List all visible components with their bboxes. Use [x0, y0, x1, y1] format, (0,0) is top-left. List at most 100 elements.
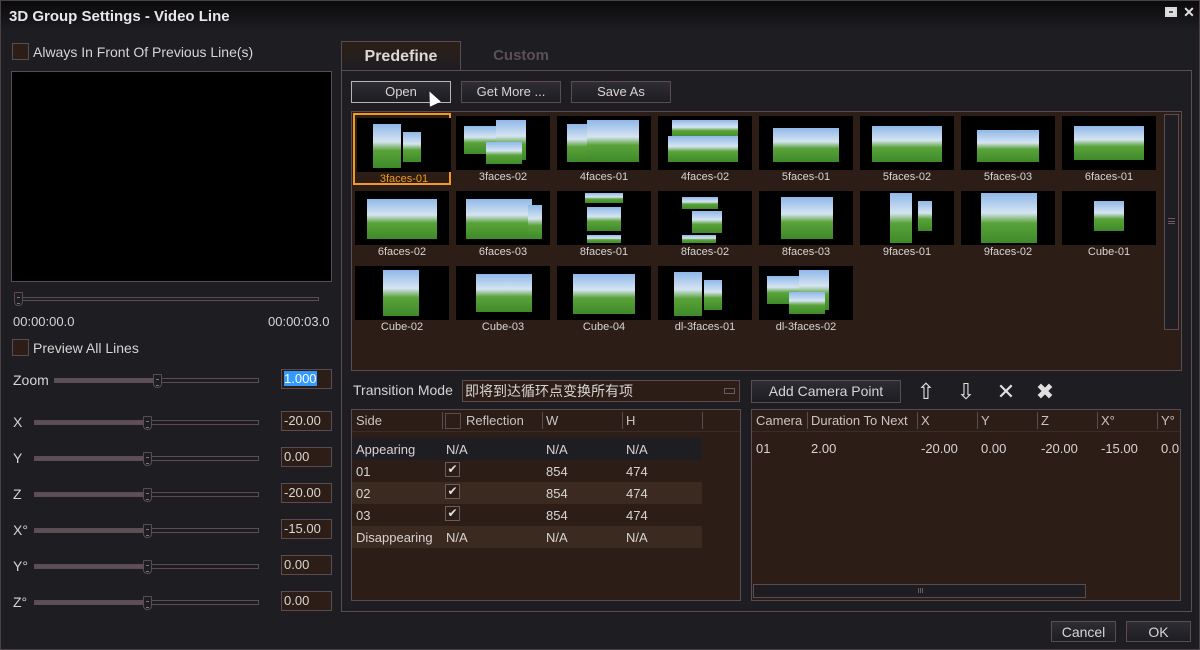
sides-row[interactable]: Disappearing N/A N/A N/A [352, 526, 702, 548]
slider-value-input[interactable]: 0.00 [281, 555, 332, 575]
gallery-item[interactable]: 4faces-02 [656, 113, 754, 185]
transition-mode-select[interactable]: 即将到达循环点变换所有项 [462, 380, 740, 402]
camera-row[interactable]: 01 2.00 -20.00 0.00 -20.00 -15.00 0.0 [752, 437, 1180, 459]
gallery-item-label: 6faces-03 [478, 246, 528, 258]
header-w[interactable]: W [546, 413, 558, 428]
gallery-scrollbar[interactable] [1164, 114, 1179, 330]
camera-table: Camera Duration To Next X Y Z X° Y° 01 2… [751, 409, 1181, 601]
gallery-item[interactable]: 5faces-02 [858, 113, 956, 185]
cell-y: 0.00 [981, 441, 1007, 456]
slider-thumb[interactable] [152, 374, 162, 388]
cell-x-rot: -15.00 [1101, 441, 1138, 456]
restore-icon[interactable] [1165, 7, 1177, 17]
header-reflection[interactable]: Reflection [466, 413, 524, 428]
cell-side: 02 [356, 486, 371, 501]
gallery-item[interactable]: 9faces-02 [959, 188, 1057, 260]
arrow-down-icon[interactable]: ⇩ [953, 379, 979, 405]
gallery-item[interactable]: 8faces-01 [555, 188, 653, 260]
preview-all-checkbox[interactable] [12, 339, 29, 356]
gallery-item[interactable]: 5faces-01 [757, 113, 855, 185]
reflection-checkbox[interactable]: ✔ [445, 462, 460, 477]
add-camera-point-button[interactable]: Add Camera Point [751, 380, 901, 403]
slider-thumb[interactable] [142, 560, 152, 574]
thumbnail-face [981, 193, 1037, 243]
sides-table: Side Reflection W H Appearing N/A N/A N/… [351, 409, 741, 601]
gallery-item[interactable]: 6faces-03 [454, 188, 552, 260]
header-x[interactable]: X [921, 413, 930, 428]
sides-row[interactable]: 03 ✔ 854 474 [352, 504, 702, 526]
delete-icon[interactable]: ✕ [993, 379, 1019, 405]
scroll-grip-icon [1168, 218, 1175, 224]
cancel-button[interactable]: Cancel [1051, 621, 1116, 642]
gallery-item[interactable]: 9faces-01 [858, 188, 956, 260]
preview-canvas [11, 71, 332, 282]
slider-value-input[interactable]: 0.00 [281, 447, 332, 467]
gallery-item-label: 9faces-01 [882, 246, 932, 258]
gallery-item[interactable]: 6faces-02 [353, 188, 451, 260]
header-x-rot[interactable]: X° [1101, 413, 1115, 428]
camera-table-hscrollbar[interactable] [753, 584, 1086, 598]
slider-value-input[interactable]: 1.000 [281, 369, 332, 389]
slider-track[interactable] [34, 524, 259, 538]
thumbnail-face [1094, 201, 1124, 231]
delete-all-icon[interactable]: ✖ [1032, 379, 1058, 405]
gallery-item[interactable]: 6faces-01 [1060, 113, 1158, 185]
slider-track[interactable] [34, 488, 259, 502]
slider-value-input[interactable]: -20.00 [281, 411, 332, 431]
gallery-item[interactable]: 8faces-03 [757, 188, 855, 260]
save-as-button[interactable]: Save As [571, 81, 671, 103]
tab-custom[interactable]: Custom [461, 41, 581, 71]
header-y[interactable]: Y [981, 413, 990, 428]
gallery-item[interactable]: Cube-03 [454, 263, 552, 335]
sides-row[interactable]: Appearing N/A N/A N/A [352, 438, 702, 460]
reflection-all-checkbox[interactable] [445, 413, 461, 429]
slider-thumb[interactable] [142, 596, 152, 610]
cell-side: Disappearing [356, 530, 433, 545]
column-separator [807, 412, 808, 429]
sides-row[interactable]: 02 ✔ 854 474 [352, 482, 702, 504]
gallery-item[interactable]: 5faces-03 [959, 113, 1057, 185]
slider-value-input[interactable]: 0.00 [281, 591, 332, 611]
slider-track[interactable] [34, 560, 259, 574]
slider-track[interactable] [34, 596, 259, 610]
get-more-button[interactable]: Get More ... [461, 81, 561, 103]
slider-track[interactable] [34, 452, 259, 466]
always-in-front-checkbox[interactable] [12, 43, 29, 60]
gallery-item-label: dl-3faces-01 [674, 321, 736, 333]
header-side[interactable]: Side [356, 413, 382, 428]
header-z[interactable]: Z [1041, 413, 1049, 428]
gallery-item[interactable]: Cube-02 [353, 263, 451, 335]
slider-thumb[interactable] [142, 416, 152, 430]
column-separator [622, 412, 623, 429]
gallery-item[interactable]: dl-3faces-02 [757, 263, 855, 335]
sides-row[interactable]: 01 ✔ 854 474 [352, 460, 702, 482]
reflection-checkbox[interactable]: ✔ [445, 484, 460, 499]
thumbnail-face [789, 292, 825, 314]
slider-thumb[interactable] [142, 524, 152, 538]
header-h[interactable]: H [626, 413, 635, 428]
gallery-item[interactable]: 8faces-02 [656, 188, 754, 260]
timeline-slider[interactable] [14, 292, 319, 306]
gallery-item[interactable]: dl-3faces-01 [656, 263, 754, 335]
slider-thumb[interactable] [142, 488, 152, 502]
close-icon[interactable]: ✕ [1183, 5, 1195, 19]
slider-fill [35, 601, 147, 604]
slider-track[interactable] [54, 374, 259, 388]
slider-value-input[interactable]: -15.00 [281, 519, 332, 539]
timeline-thumb[interactable] [14, 292, 23, 306]
ok-button[interactable]: OK [1126, 621, 1191, 642]
gallery-item[interactable]: Cube-01 [1060, 188, 1158, 260]
gallery-item[interactable]: 3faces-02 [454, 113, 552, 185]
gallery-item[interactable]: Cube-04 [555, 263, 653, 335]
header-duration[interactable]: Duration To Next [811, 413, 908, 428]
arrow-up-icon[interactable]: ⇧ [913, 379, 939, 405]
slider-track[interactable] [34, 416, 259, 430]
slider-thumb[interactable] [142, 452, 152, 466]
tab-predefine[interactable]: Predefine [341, 41, 461, 71]
slider-value-input[interactable]: -20.00 [281, 483, 332, 503]
header-y-rot[interactable]: Y° [1161, 413, 1175, 428]
gallery-item[interactable]: 4faces-01 [555, 113, 653, 185]
gallery-item[interactable]: 3faces-01 [353, 113, 451, 185]
reflection-checkbox[interactable]: ✔ [445, 506, 460, 521]
header-camera[interactable]: Camera [756, 413, 802, 428]
